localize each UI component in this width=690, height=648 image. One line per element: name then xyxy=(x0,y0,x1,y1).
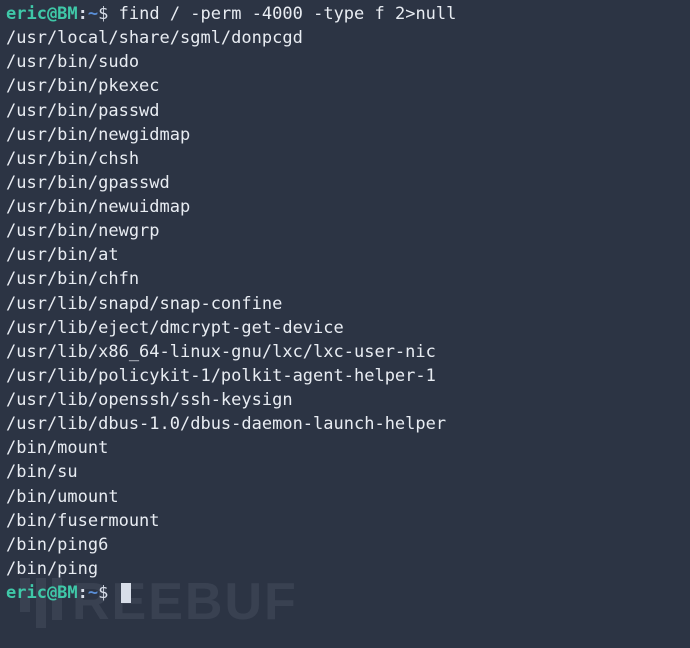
output-line: /bin/mount xyxy=(6,436,684,460)
prompt-path: ~ xyxy=(88,583,98,603)
output-line: /usr/lib/x86_64-linux-gnu/lxc/lxc-user-n… xyxy=(6,340,684,364)
output-line: /usr/bin/gpasswd xyxy=(6,171,684,195)
output-line: /bin/fusermount xyxy=(6,509,684,533)
output-line: /usr/bin/newgrp xyxy=(6,219,684,243)
output-line: /usr/bin/sudo xyxy=(6,50,684,74)
prompt-dollar: $ xyxy=(98,4,118,24)
prompt-user: eric@BM xyxy=(6,4,78,24)
output-line: /usr/bin/at xyxy=(6,243,684,267)
output-line: /usr/local/share/sgml/donpcgd xyxy=(6,26,684,50)
output-line: /usr/bin/pkexec xyxy=(6,74,684,98)
output-line: /bin/ping6 xyxy=(6,533,684,557)
output-line: /usr/lib/openssh/ssh-keysign xyxy=(6,388,684,412)
prompt-path: ~ xyxy=(88,4,98,24)
output-line: /usr/bin/chsh xyxy=(6,147,684,171)
terminal-window[interactable]: eric@BM:~$ find / -perm -4000 -type f 2>… xyxy=(0,0,690,607)
output-line: /usr/bin/newgidmap xyxy=(6,123,684,147)
output-line: /usr/lib/dbus-1.0/dbus-daemon-launch-hel… xyxy=(6,412,684,436)
prompt-line-2: eric@BM:~$ xyxy=(6,581,684,605)
output-line: /usr/lib/snapd/snap-confine xyxy=(6,292,684,316)
output-line: /bin/umount xyxy=(6,485,684,509)
prompt-user: eric@BM xyxy=(6,583,78,603)
prompt-line-1: eric@BM:~$ find / -perm -4000 -type f 2>… xyxy=(6,2,684,26)
prompt-dollar: $ xyxy=(98,583,118,603)
cursor-block xyxy=(121,583,131,603)
prompt-colon: : xyxy=(78,583,88,603)
command-text: find / -perm -4000 -type f 2>null xyxy=(119,4,457,24)
output-line: /usr/lib/policykit-1/polkit-agent-helper… xyxy=(6,364,684,388)
output-line: /usr/bin/passwd xyxy=(6,99,684,123)
output-line: /bin/ping xyxy=(6,557,684,581)
output-line: /usr/bin/chfn xyxy=(6,267,684,291)
output-line: /usr/lib/eject/dmcrypt-get-device xyxy=(6,316,684,340)
prompt-colon: : xyxy=(78,4,88,24)
output-line: /bin/su xyxy=(6,460,684,484)
output-line: /usr/bin/newuidmap xyxy=(6,195,684,219)
